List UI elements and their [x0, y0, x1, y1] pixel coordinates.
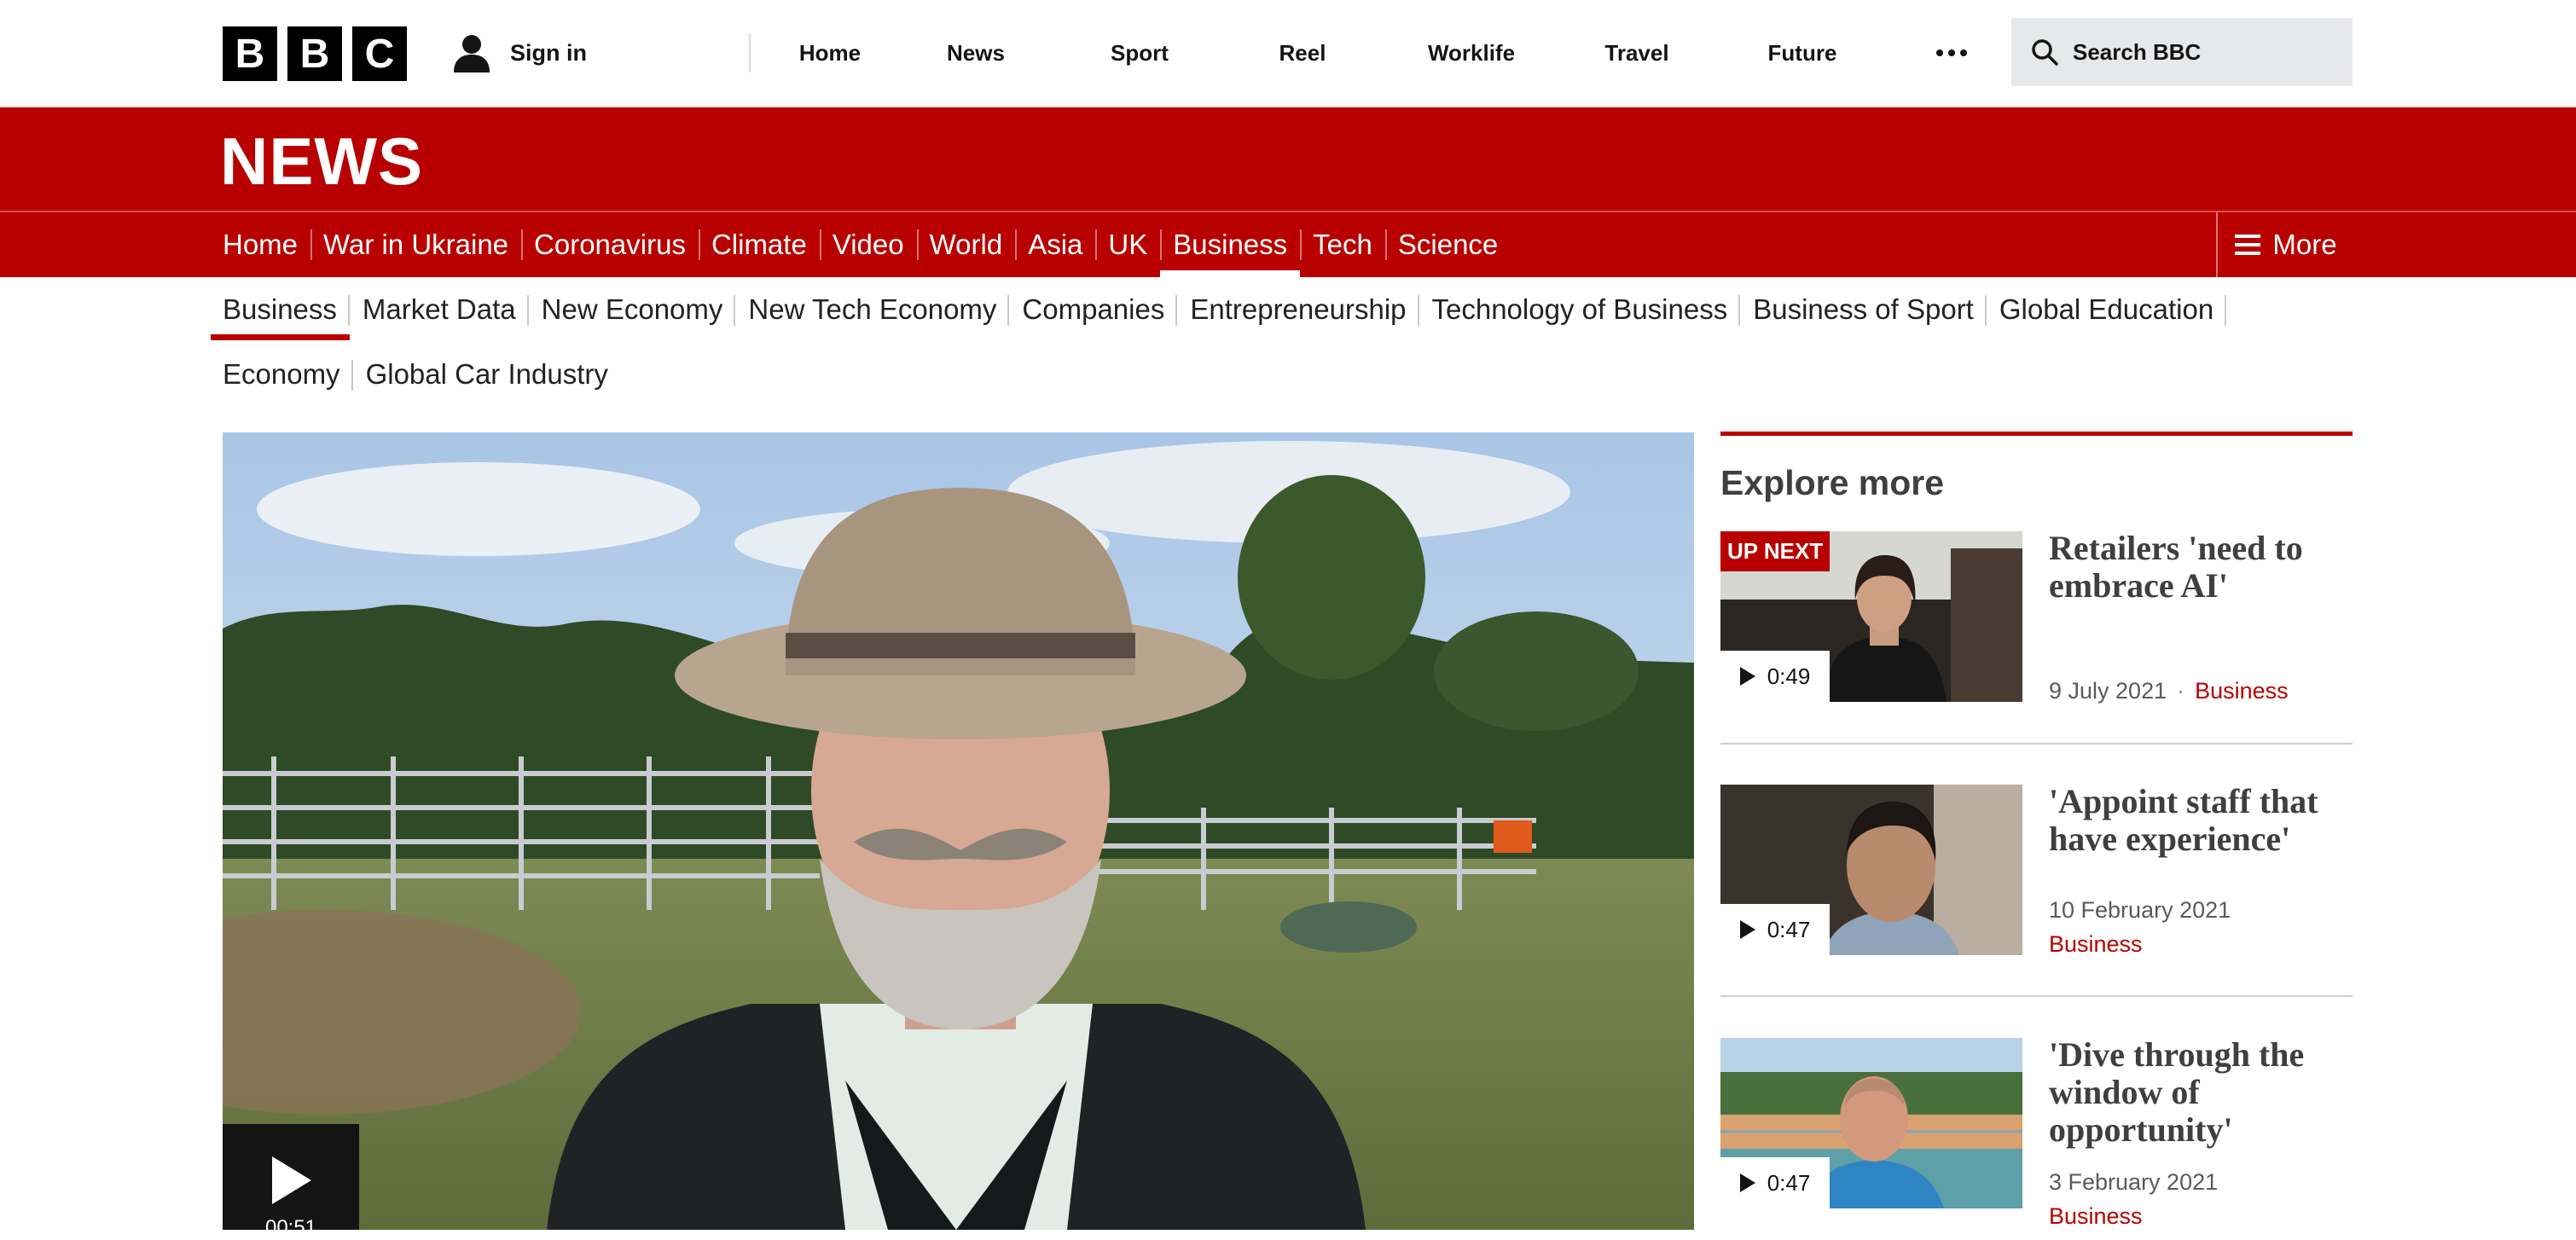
- subnav-business[interactable]: Business: [211, 277, 350, 342]
- duration-text: 0:49: [1767, 663, 1811, 689]
- card-divider: [1720, 743, 2353, 745]
- thumbnail-duration: 0:47: [1720, 1157, 1830, 1208]
- card-thumbnail[interactable]: UP NEXT 0:49: [1720, 531, 2022, 702]
- search-icon: [2032, 39, 2058, 66]
- nav-coronavirus[interactable]: Coronavirus: [521, 212, 699, 277]
- card-title[interactable]: 'Dive through the window of opportunity': [2049, 1036, 2353, 1149]
- card-category-label: Business: [2049, 931, 2143, 957]
- nav-climate[interactable]: Climate: [698, 212, 820, 277]
- play-icon: [1739, 667, 1755, 686]
- global-nav-news[interactable]: News: [885, 0, 1066, 106]
- video-duration: 00:51: [264, 1216, 317, 1239]
- thumbnail-duration: 0:49: [1720, 651, 1830, 702]
- global-nav-home[interactable]: Home: [775, 0, 885, 106]
- subnav-global-car-industry[interactable]: Global Car Industry: [353, 342, 621, 407]
- business-sub-nav: Business Market Data New Economy New Tec…: [211, 277, 2355, 407]
- nav-more-label: More: [2272, 229, 2337, 260]
- global-nav-future[interactable]: Future: [1723, 0, 1882, 106]
- bbc-logo-letter: B: [287, 26, 342, 81]
- card-date: 9 July 2021: [2049, 678, 2167, 704]
- play-icon: [1739, 920, 1755, 939]
- subnav-economy[interactable]: Economy: [223, 342, 353, 407]
- bbc-global-header: B B C Sign in Home News Sport Reel Workl…: [0, 0, 2576, 107]
- global-nav-worklife[interactable]: Worklife: [1392, 0, 1551, 106]
- global-nav-sport[interactable]: Sport: [1066, 0, 1213, 106]
- section-divider: [1720, 432, 2353, 436]
- news-main-nav: Home War in Ukraine Coronavirus Climate …: [0, 212, 2576, 277]
- nav-science[interactable]: Science: [1384, 212, 1511, 277]
- card-thumbnail[interactable]: 0:47: [1720, 785, 2022, 955]
- nav-business[interactable]: Business: [1160, 212, 1301, 277]
- card-divider: [1720, 995, 2353, 997]
- explore-card[interactable]: UP NEXT 0:49 Retailers 'need to embrace …: [1720, 530, 2353, 704]
- subnav-companies[interactable]: Companies: [1009, 277, 1178, 342]
- nav-uk[interactable]: UK: [1095, 212, 1160, 277]
- thumbnail-duration: 0:47: [1720, 904, 1830, 955]
- sub-nav-row: Business Market Data New Economy New Tec…: [211, 277, 2355, 342]
- subnav-global-education[interactable]: Global Education: [1987, 277, 2227, 342]
- global-nav-travel[interactable]: Travel: [1551, 0, 1723, 106]
- explore-more-heading: Explore more: [1720, 463, 1945, 502]
- nav-video[interactable]: Video: [819, 212, 917, 277]
- sub-nav-row: Economy Global Car Industry: [223, 342, 2355, 407]
- subnav-market-data[interactable]: Market Data: [350, 277, 529, 342]
- nav-divider: [749, 33, 751, 72]
- video-still-image: [223, 432, 1694, 1230]
- up-next-badge: UP NEXT: [1720, 531, 1830, 571]
- bbc-logo-letter: C: [352, 26, 407, 81]
- duration-text: 0:47: [1767, 916, 1811, 942]
- sign-in-label: Sign in: [510, 39, 587, 66]
- card-date: 3 February 2021: [2049, 1169, 2219, 1195]
- global-nav-reel[interactable]: Reel: [1213, 0, 1392, 106]
- explore-card[interactable]: 0:47 'Dive through the window of opportu…: [1720, 1036, 2353, 1229]
- meta-separator: ·: [2177, 678, 2185, 704]
- global-nav: Home News Sport Reel Worklife Travel Fut…: [749, 0, 1882, 106]
- play-icon: [1739, 1173, 1755, 1192]
- card-date: 10 February 2021: [2049, 897, 2231, 923]
- card-category-link[interactable]: Business: [2049, 931, 2143, 958]
- subnav-business-of-sport[interactable]: Business of Sport: [1740, 277, 1987, 342]
- bbc-logo[interactable]: B B C: [223, 26, 407, 81]
- dot: [1960, 49, 1967, 56]
- video-play-button[interactable]: 00:51: [223, 1124, 359, 1239]
- hamburger-icon: [2235, 235, 2261, 255]
- subnav-new-tech-economy[interactable]: New Tech Economy: [735, 277, 1010, 342]
- video-player[interactable]: [223, 432, 1694, 1230]
- nav-tech[interactable]: Tech: [1300, 212, 1385, 277]
- duration-text: 0:47: [1767, 1169, 1811, 1196]
- card-title[interactable]: Retailers 'need to embrace AI': [2049, 530, 2353, 605]
- nav-more-button[interactable]: More: [2216, 212, 2354, 277]
- news-masthead: NEWS: [0, 107, 2576, 212]
- nav-asia[interactable]: Asia: [1015, 212, 1095, 277]
- search-input[interactable]: Search BBC: [2011, 18, 2353, 86]
- card-category-link[interactable]: Business: [2195, 678, 2289, 704]
- subnav-technology-of-business[interactable]: Technology of Business: [1419, 277, 1741, 342]
- explore-card[interactable]: 0:47 'Appoint staff that have experience…: [1720, 783, 2353, 958]
- card-title[interactable]: 'Appoint staff that have experience': [2049, 783, 2353, 858]
- dot: [1948, 49, 1955, 56]
- nav-world[interactable]: World: [916, 212, 1016, 277]
- bbc-logo-letter: B: [223, 26, 277, 81]
- more-menu-icon[interactable]: [1936, 36, 1967, 70]
- card-thumbnail[interactable]: 0:47: [1720, 1038, 2022, 1208]
- subnav-entrepreneurship[interactable]: Entrepreneurship: [1177, 277, 1419, 342]
- card-meta: 9 July 2021 · Business: [2049, 678, 2289, 704]
- subnav-new-economy[interactable]: New Economy: [529, 277, 736, 342]
- sign-in-link[interactable]: Sign in: [450, 29, 587, 77]
- play-icon: [272, 1156, 311, 1204]
- search-placeholder: Search BBC: [2073, 38, 2202, 65]
- card-category-label: Business: [2049, 1203, 2143, 1229]
- user-icon: [454, 35, 490, 72]
- nav-home[interactable]: Home: [223, 212, 310, 277]
- nav-war-in-ukraine[interactable]: War in Ukraine: [310, 212, 521, 277]
- news-logo[interactable]: NEWS: [220, 123, 423, 200]
- explore-more-panel: Explore more UP NEXT 0:49 Retailers 'nee…: [1720, 432, 2353, 1229]
- card-category-link[interactable]: Business: [2049, 1203, 2143, 1230]
- dot: [1936, 49, 1943, 56]
